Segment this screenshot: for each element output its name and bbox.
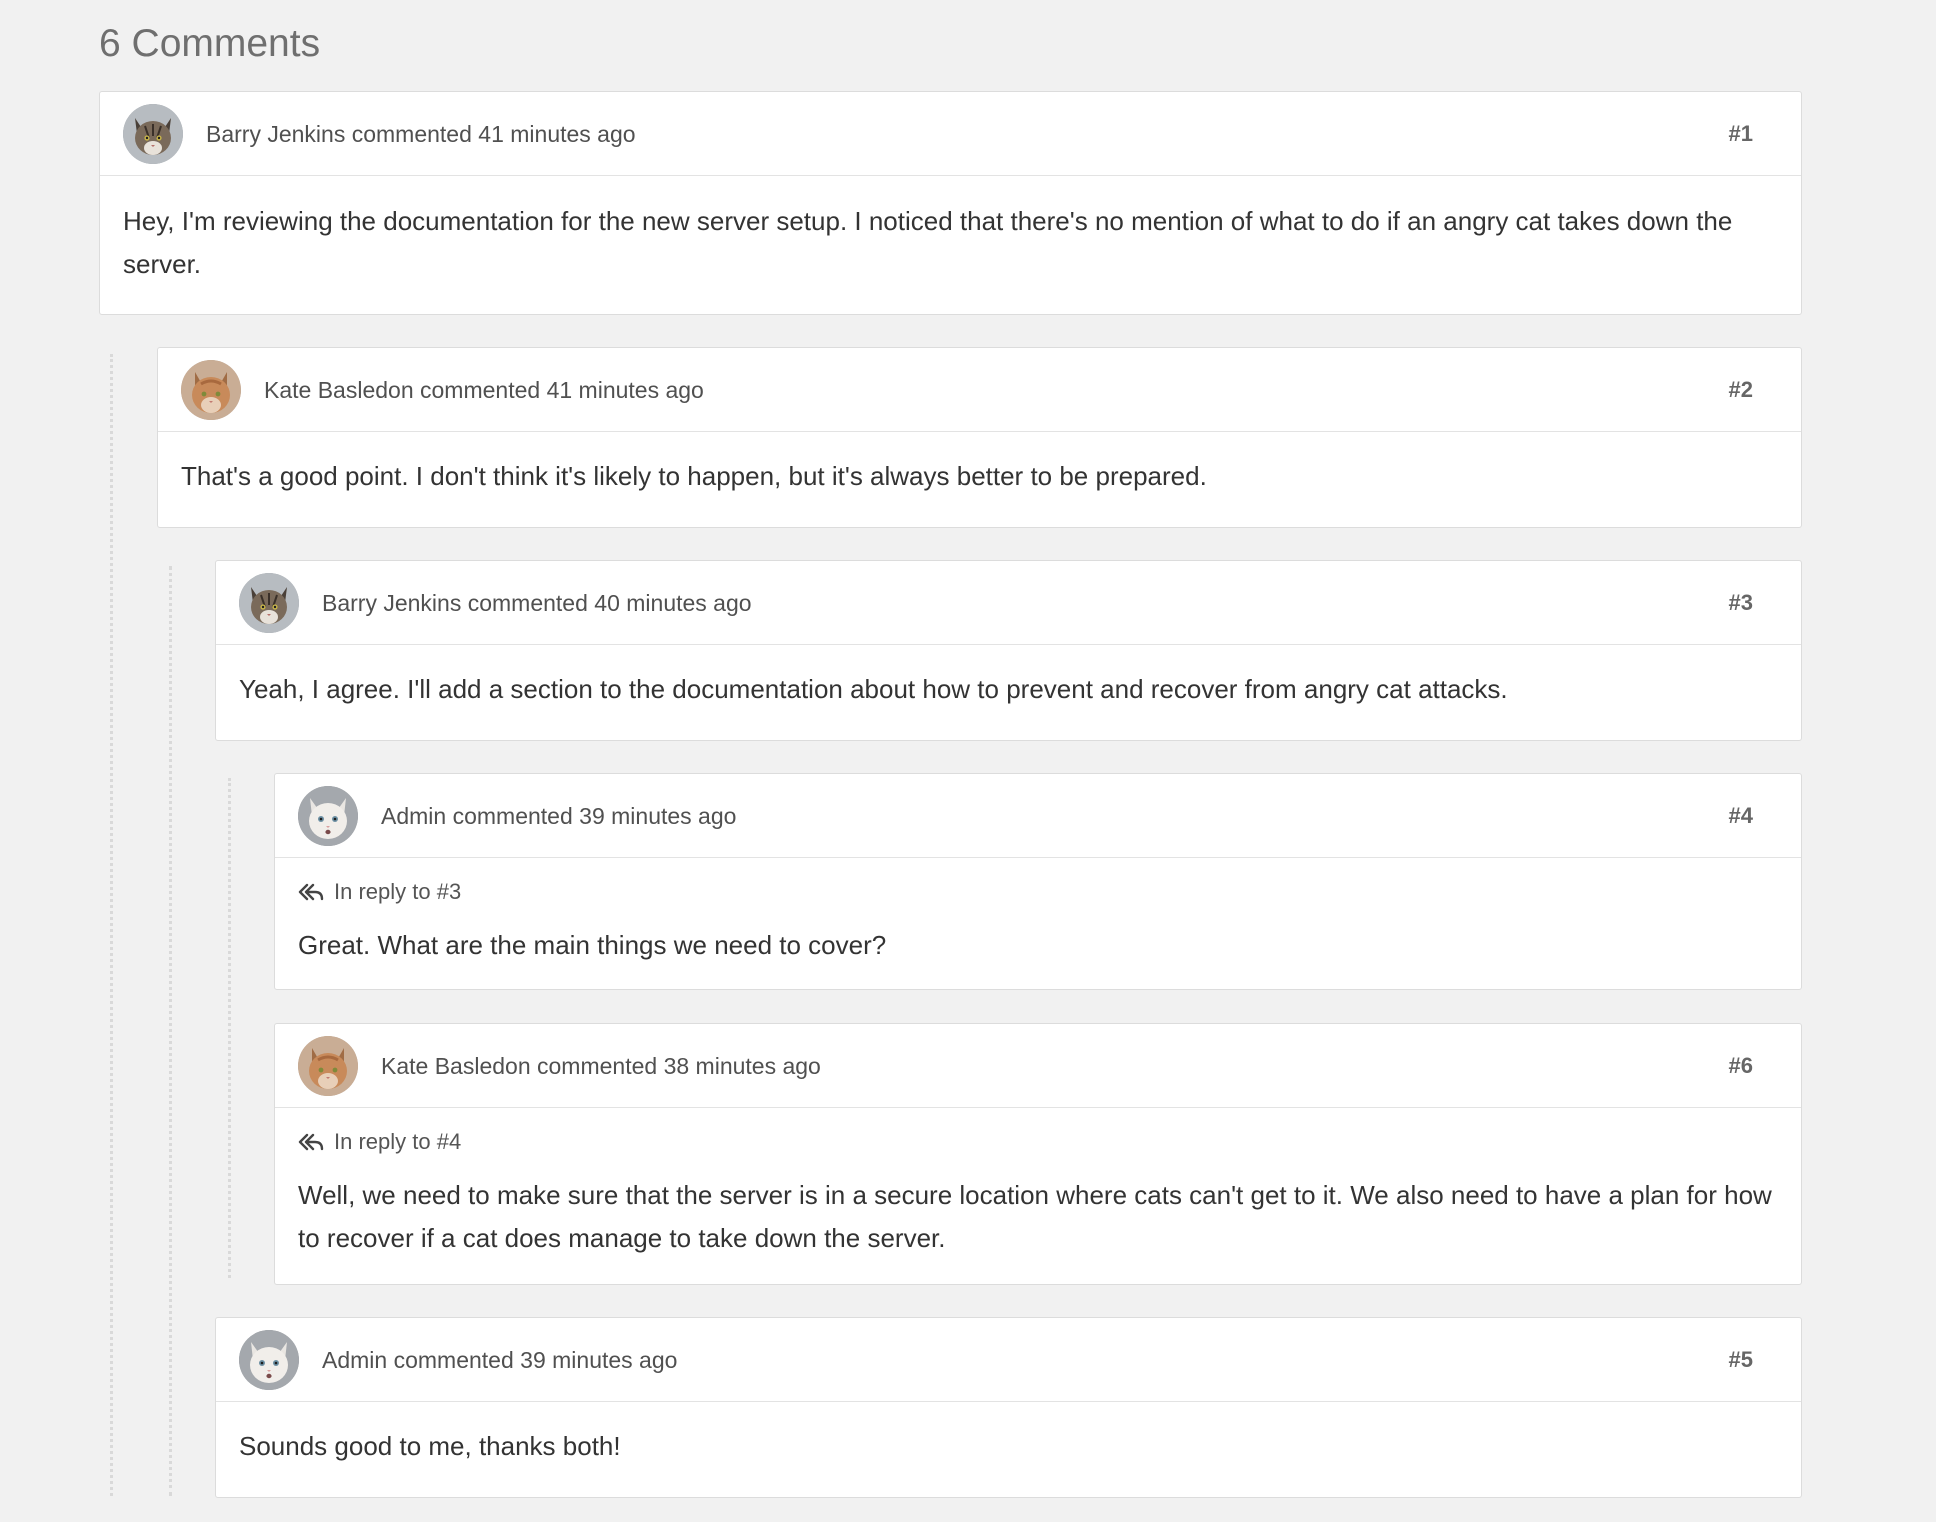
comment-meta: Barry Jenkins commented 41 minutes ago: [206, 119, 636, 149]
comment-verb: commented: [537, 1052, 658, 1079]
ginger-cat-avatar[interactable]: [181, 360, 241, 420]
comment-header: Kate Basledon commented 38 minutes ago #…: [275, 1024, 1801, 1108]
comments-section: 6 Comments Barry Jenkins commented 41 mi…: [0, 0, 1936, 1522]
comment-body: In reply to #4 Well, we need to make sur…: [275, 1108, 1801, 1284]
reply-to-label: In reply to #4: [334, 1129, 462, 1154]
comment-verb: commented: [420, 376, 541, 403]
comment-text: Sounds good to me, thanks both!: [239, 1431, 621, 1461]
comment-time[interactable]: 39 minutes ago: [520, 1347, 677, 1373]
comment-body: Yeah, I agree. I'll add a section to the…: [216, 645, 1801, 735]
thread-line-level-2: [169, 566, 172, 1496]
comment-body: That's a good point. I don't think it's …: [158, 432, 1801, 522]
comment-body: Sounds good to me, thanks both!: [216, 1402, 1801, 1492]
comment-card: Barry Jenkins commented 40 minutes ago #…: [215, 560, 1802, 741]
comment-body: Hey, I'm reviewing the documentation for…: [100, 176, 1801, 310]
comment-author[interactable]: Admin: [322, 1347, 387, 1373]
reply-to-label: In reply to #3: [334, 879, 462, 904]
comment-meta: Barry Jenkins commented 40 minutes ago: [322, 588, 752, 618]
white-cat-avatar[interactable]: [298, 786, 358, 846]
comment-text: Great. What are the main things we need …: [298, 930, 887, 960]
comment-card: Admin commented 39 minutes ago #5 Sounds…: [215, 1317, 1802, 1498]
comment-permalink[interactable]: #1: [1729, 119, 1753, 149]
comment-time[interactable]: 41 minutes ago: [547, 377, 704, 403]
comment-permalink[interactable]: #3: [1729, 588, 1753, 618]
comment-time[interactable]: 41 minutes ago: [478, 121, 635, 147]
comment-permalink[interactable]: #5: [1729, 1345, 1753, 1375]
tabby-cat-avatar[interactable]: [123, 104, 183, 164]
reply-to-link[interactable]: In reply to #4: [298, 1128, 1778, 1156]
thread-line-level-1: [110, 354, 113, 1496]
comment-author[interactable]: Barry Jenkins: [206, 121, 345, 147]
comment-meta: Admin commented 39 minutes ago: [322, 1345, 677, 1375]
comment-author[interactable]: Kate Basledon: [381, 1053, 531, 1079]
comment-header: Barry Jenkins commented 40 minutes ago #…: [216, 561, 1801, 645]
comment-verb: commented: [452, 802, 573, 829]
comment-verb: commented: [351, 120, 472, 147]
comment-permalink[interactable]: #2: [1729, 375, 1753, 405]
comment-text: That's a good point. I don't think it's …: [181, 461, 1207, 491]
comment-time[interactable]: 39 minutes ago: [579, 803, 736, 829]
comment-permalink[interactable]: #4: [1729, 801, 1753, 831]
comment-verb: commented: [393, 1346, 514, 1373]
comment-header: Barry Jenkins commented 41 minutes ago #…: [100, 92, 1801, 176]
comment-card: Kate Basledon commented 41 minutes ago #…: [157, 347, 1802, 528]
comment-header: Admin commented 39 minutes ago #5: [216, 1318, 1801, 1402]
comment-author[interactable]: Barry Jenkins: [322, 590, 461, 616]
comment-meta: Kate Basledon commented 38 minutes ago: [381, 1051, 821, 1081]
comment-author[interactable]: Admin: [381, 803, 446, 829]
white-cat-avatar[interactable]: [239, 1330, 299, 1390]
comments-count-heading: 6 Comments: [99, 22, 321, 65]
comment-author[interactable]: Kate Basledon: [264, 377, 414, 403]
tabby-cat-avatar[interactable]: [239, 573, 299, 633]
comment-text: Yeah, I agree. I'll add a section to the…: [239, 674, 1508, 704]
reply-all-icon: [298, 1132, 324, 1152]
comment-text: Hey, I'm reviewing the documentation for…: [123, 206, 1733, 279]
reply-all-icon: [298, 882, 324, 902]
comment-card: Barry Jenkins commented 41 minutes ago #…: [99, 91, 1802, 315]
comment-permalink[interactable]: #6: [1729, 1051, 1753, 1081]
comment-meta: Admin commented 39 minutes ago: [381, 801, 736, 831]
reply-to-link[interactable]: In reply to #3: [298, 878, 1778, 906]
comment-header: Kate Basledon commented 41 minutes ago #…: [158, 348, 1801, 432]
thread-line-level-3: [228, 778, 231, 1278]
comment-card: Kate Basledon commented 38 minutes ago #…: [274, 1023, 1802, 1285]
comment-time[interactable]: 40 minutes ago: [594, 590, 751, 616]
comment-text: Well, we need to make sure that the serv…: [298, 1180, 1772, 1253]
comment-verb: commented: [467, 589, 588, 616]
comment-time[interactable]: 38 minutes ago: [664, 1053, 821, 1079]
comment-meta: Kate Basledon commented 41 minutes ago: [264, 375, 704, 405]
comment-card: Admin commented 39 minutes ago #4 In rep…: [274, 773, 1802, 990]
ginger-cat-avatar[interactable]: [298, 1036, 358, 1096]
comment-body: In reply to #3 Great. What are the main …: [275, 858, 1801, 991]
comment-header: Admin commented 39 minutes ago #4: [275, 774, 1801, 858]
